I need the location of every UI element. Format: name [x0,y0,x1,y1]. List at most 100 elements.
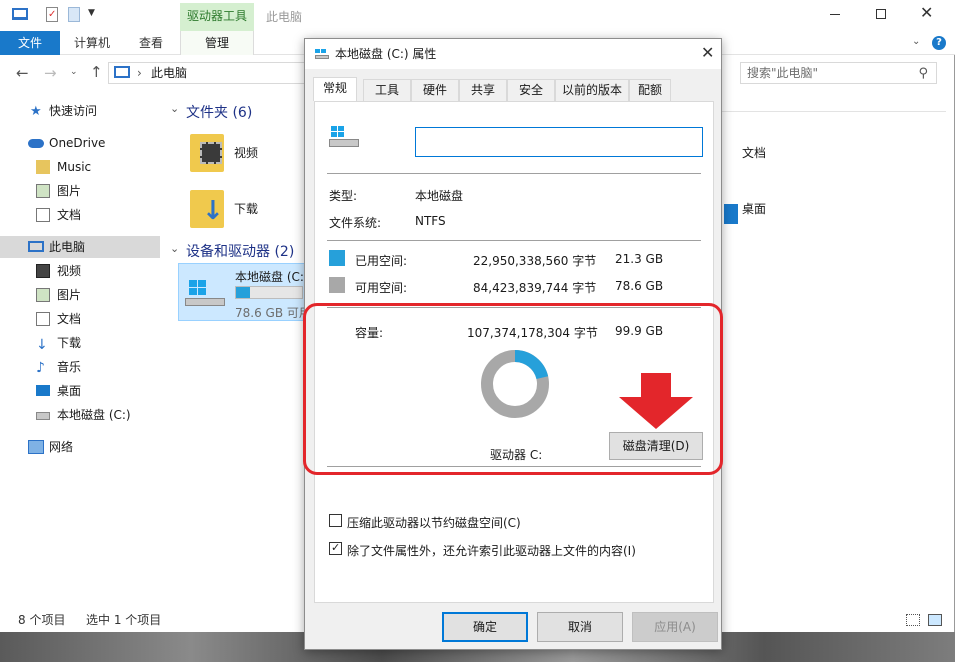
nav-label: 下载 [57,336,82,350]
nav-local-disk[interactable]: 本地磁盘 (C:) [0,404,160,426]
properties-icon[interactable]: ✓ [46,7,58,22]
up-arrow-icon[interactable]: ↑ [90,63,103,81]
nav-documents[interactable]: 文档 [0,204,160,226]
tab-hardware[interactable]: 硬件 [411,79,459,101]
nav-videos[interactable]: 视频 [0,260,160,282]
minimize-icon[interactable] [830,14,840,15]
chevron-down-icon[interactable]: ▼ [88,8,95,18]
compress-label[interactable]: 压缩此驱动器以节约磁盘空间(C) [347,514,521,531]
chevron-devices-icon[interactable]: ⌄ [170,242,179,255]
folder-documents[interactable]: 文档 [722,130,812,176]
nav-label: OneDrive [49,136,106,150]
nav-label: 文档 [57,312,82,326]
index-checkbox[interactable]: ✓ [329,541,342,555]
nav-music-2[interactable]: ♪ 音乐 [0,356,160,378]
nav-label: 文档 [57,208,82,222]
help-icon[interactable]: ? [932,36,946,50]
ribbon-expand-icon[interactable]: ⌄ [912,36,920,47]
drive-large-icon [329,126,363,152]
nav-network[interactable]: 网络 [0,436,160,458]
free-bytes: 84,423,839,744 字节 [473,281,597,295]
window-title: 此电脑 [266,10,303,24]
back-arrow-icon[interactable]: ← [16,64,29,82]
history-chevron-icon[interactable]: ⌄ [70,67,78,77]
dialog-close-icon[interactable]: ✕ [701,38,714,68]
forward-arrow-icon[interactable]: → [44,64,57,82]
download-icon: ↓ [36,337,48,353]
details-view-icon[interactable] [906,614,920,626]
pc-small-icon [114,66,130,78]
free-gb: 78.6 GB [615,279,664,293]
film-strip-icon [200,142,222,164]
compress-checkbox[interactable] [329,514,342,527]
address-text: 此电脑 [151,66,188,80]
music-note-icon: ♪ [36,360,45,376]
pc-icon [28,241,44,252]
folder-downloads[interactable]: ↓ 下载 [188,186,298,232]
divider [327,240,701,241]
context-group-label: 驱动器工具 [180,3,254,31]
tab-view[interactable]: 查看 [139,31,163,55]
drive-name: 本地磁盘 (C: [235,270,304,284]
tab-general[interactable]: 常规 [313,77,357,101]
maximize-icon[interactable] [876,9,886,19]
dialog-titlebar: 本地磁盘 (C:) 属性 ✕ [305,39,721,69]
network-icon [28,440,44,454]
apply-button[interactable]: 应用(A) [632,612,718,642]
chevron-folders-icon[interactable]: ⌄ [170,102,179,115]
folder-label: 下载 [234,202,259,216]
nav-label: 音乐 [57,360,82,374]
tab-security[interactable]: 安全 [507,79,555,101]
search-placeholder: 搜索"此电脑" [747,66,819,80]
nav-quick-access[interactable]: ★ 快速访问 [0,100,160,122]
tab-sharing[interactable]: 共享 [459,79,507,101]
index-label[interactable]: 除了文件属性外，还允许索引此驱动器上文件的内容(I) [347,542,636,559]
nav-music[interactable]: Music [0,156,160,178]
folders-header[interactable]: 文件夹 (6) [186,102,252,122]
new-folder-icon[interactable] [68,7,80,22]
explorer-titlebar: ✓ ▼ 驱动器工具 此电脑 ✕ [0,0,955,31]
folder-videos[interactable]: 视频 [188,130,298,176]
search-input[interactable]: 搜索"此电脑" ⚲ [740,62,937,84]
address-bar[interactable]: › 此电脑 [108,62,308,84]
large-icons-view-icon[interactable] [928,614,942,626]
cloud-icon [28,139,44,148]
nav-pictures-2[interactable]: 图片 [0,284,160,306]
red-arrow-icon [619,373,693,429]
folder-label: 视频 [234,146,259,160]
search-icon: ⚲ [918,66,928,81]
tab-previous-versions[interactable]: 以前的版本 [555,79,629,101]
pictures-icon [36,184,50,198]
star-icon: ★ [30,104,42,119]
nav-onedrive[interactable]: OneDrive [0,132,160,154]
close-icon[interactable]: ✕ [920,3,933,22]
windows-drive-icon [185,278,229,308]
nav-documents-2[interactable]: 文档 [0,308,160,330]
volume-name-input[interactable] [415,127,703,157]
drive-c-tile[interactable]: 本地磁盘 (C: 78.6 GB 可用 [178,263,306,321]
download-arrow-icon: ↓ [202,196,224,226]
tab-computer[interactable]: 计算机 [74,31,110,55]
status-selected: 选中 1 个项目 [86,613,162,627]
nav-desktop[interactable]: 桌面 [0,380,160,402]
nav-this-pc[interactable]: 此电脑 [0,236,160,258]
video-icon [36,264,50,278]
tab-tools[interactable]: 工具 [363,79,411,101]
navigation-pane: ★ 快速访问 OneDrive Music 图片 文档 此电脑 视频 图片 文档… [0,96,160,606]
dialog-title: 本地磁盘 (C:) 属性 [335,47,437,61]
drive-icon [36,412,50,420]
tab-file[interactable]: 文件 [0,31,60,55]
nav-label: 网络 [49,440,74,454]
folder-desktop[interactable]: 桌面 [722,186,812,232]
tab-manage[interactable]: 管理 [180,31,254,55]
tab-quota[interactable]: 配额 [629,79,671,101]
ok-button[interactable]: 确定 [442,612,528,642]
cancel-button[interactable]: 取消 [537,612,623,642]
breadcrumb-sep-icon: › [137,66,142,80]
nav-downloads[interactable]: ↓ 下载 [0,332,160,354]
devices-header[interactable]: 设备和驱动器 (2) [186,241,294,261]
pictures-icon [36,288,50,302]
nav-label: 图片 [57,288,82,302]
nav-label: 此电脑 [49,240,86,254]
nav-pictures[interactable]: 图片 [0,180,160,202]
